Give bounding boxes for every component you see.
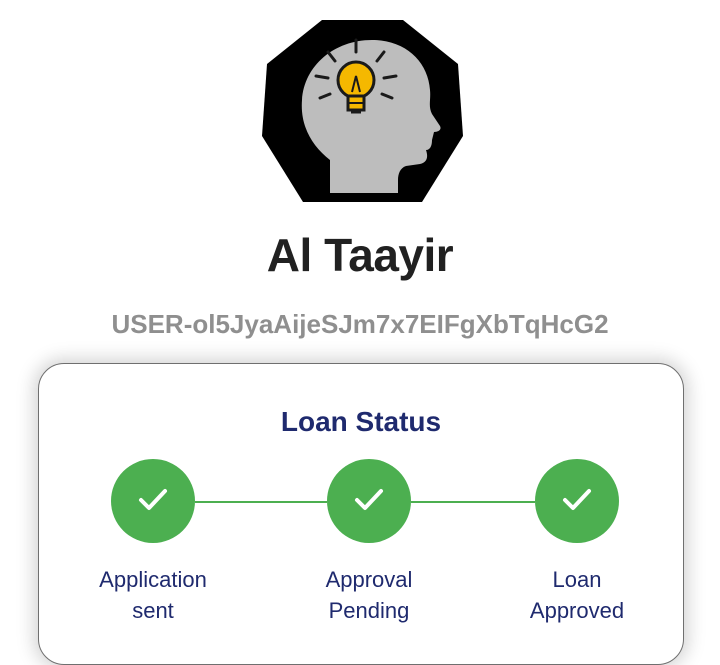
app-name: Al Taayir	[266, 229, 454, 281]
check-icon	[351, 481, 387, 522]
step-application-sent	[111, 459, 195, 543]
user-id: USER-ol5JyaAijeSJm7x7EIFgXbTqHcG2	[111, 309, 609, 339]
step-loan-approved	[535, 459, 619, 543]
check-icon	[559, 481, 595, 522]
step-approval-pending	[327, 459, 411, 543]
step-label-approval-pending: Approval Pending	[325, 567, 413, 623]
step-label-loan-approved: Loan Approved	[529, 567, 625, 623]
loan-status-title: Loan Status	[280, 406, 442, 437]
loan-status-card: Loan Status Application sent Approval Pe…	[38, 363, 684, 665]
check-icon	[135, 481, 171, 522]
step-connector	[411, 501, 535, 503]
head-lightbulb-logo-icon	[260, 18, 465, 206]
step-label-application-sent: Application sent	[99, 567, 207, 623]
step-connector	[195, 501, 327, 503]
